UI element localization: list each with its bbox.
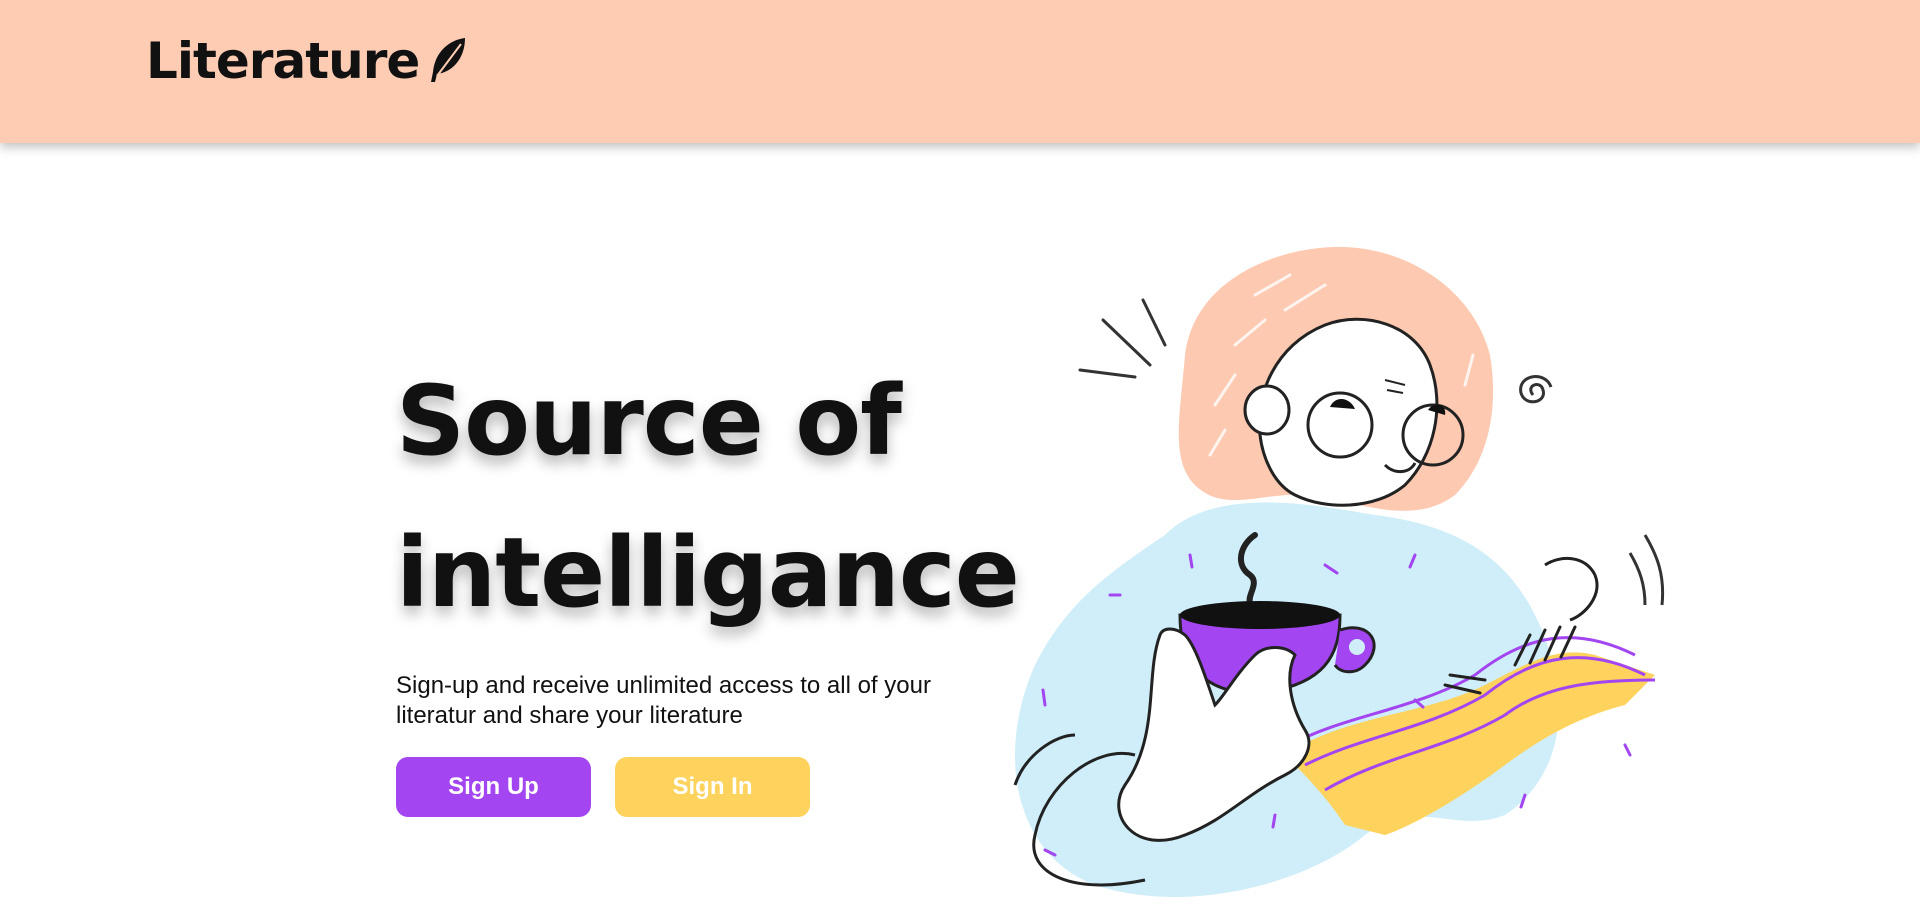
reading-girl-illustration bbox=[1013, 246, 1665, 897]
sign-up-button[interactable]: Sign Up bbox=[396, 757, 591, 817]
sign-in-button[interactable]: Sign In bbox=[615, 757, 810, 817]
hero-title: Source of intelligance bbox=[396, 345, 1020, 649]
hero-content: Source of intelligance Sign-up and recei… bbox=[396, 345, 1020, 817]
brand-logo[interactable]: Literature bbox=[146, 36, 469, 86]
feather-icon bbox=[431, 38, 466, 82]
auth-buttons: Sign Up Sign In bbox=[396, 757, 956, 817]
navbar: Literature bbox=[0, 0, 1920, 143]
hero-title-line-1: Source of bbox=[396, 365, 902, 477]
hero-title-line-2: intelligance bbox=[396, 517, 1020, 629]
brand-name: Literature bbox=[146, 32, 420, 90]
hero-description: Sign-up and receive unlimited access to … bbox=[396, 672, 931, 729]
